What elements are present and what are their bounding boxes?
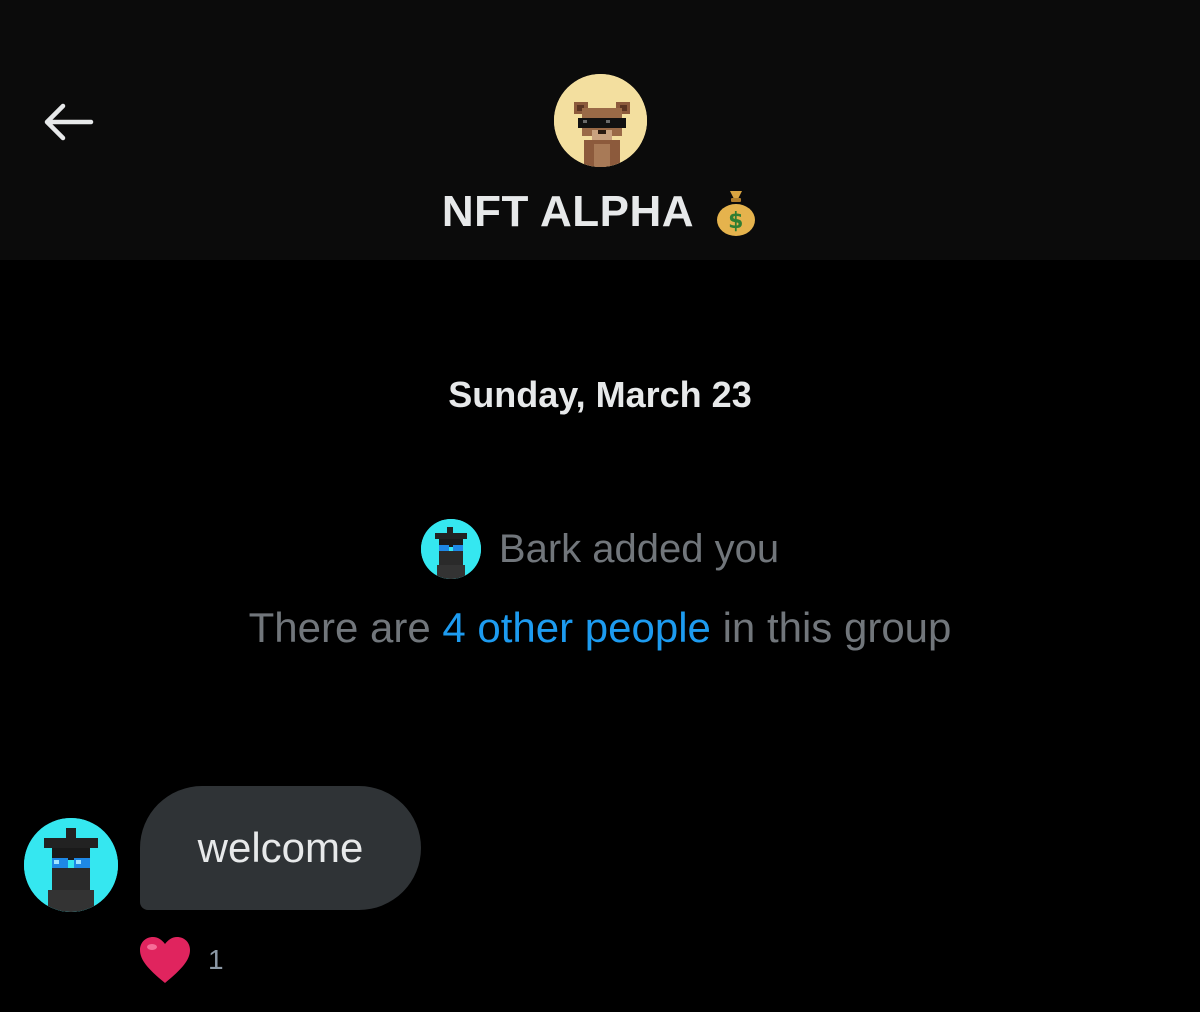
system-message-added: Bark added you <box>0 518 1200 580</box>
members-link[interactable]: 4 other people <box>442 604 711 651</box>
heart-icon <box>140 937 190 983</box>
message-bubble[interactable]: welcome <box>140 786 421 910</box>
members-prefix: There are <box>248 604 443 651</box>
bark-avatar[interactable] <box>420 519 481 579</box>
group-title-text: NFT ALPHA <box>441 187 695 236</box>
back-button[interactable] <box>38 92 98 152</box>
group-avatar[interactable] <box>554 74 647 167</box>
pixel-cowboy-avatar-icon <box>24 818 118 912</box>
arrow-left-icon <box>44 103 94 141</box>
svg-text:$: $ <box>728 209 744 234</box>
group-title[interactable]: NFT ALPHA $ <box>0 182 1200 242</box>
group-members-info: There are 4 other people in this group <box>0 604 1200 652</box>
message-reaction[interactable]: 1 <box>138 930 224 990</box>
pixel-bear-avatar-icon <box>554 74 647 167</box>
date-divider: Sunday, March 23 <box>448 374 752 415</box>
system-message-text: Bark added you <box>498 526 780 571</box>
pixel-cowboy-avatar-icon <box>420 519 481 579</box>
reaction-count: 1 <box>208 944 224 975</box>
conversation-header: NFT ALPHA $ <box>0 0 1200 260</box>
message-text: welcome <box>197 824 364 871</box>
sender-avatar[interactable] <box>24 818 118 912</box>
members-suffix: in this group <box>710 604 952 651</box>
money-bag-icon: $ <box>717 191 756 236</box>
